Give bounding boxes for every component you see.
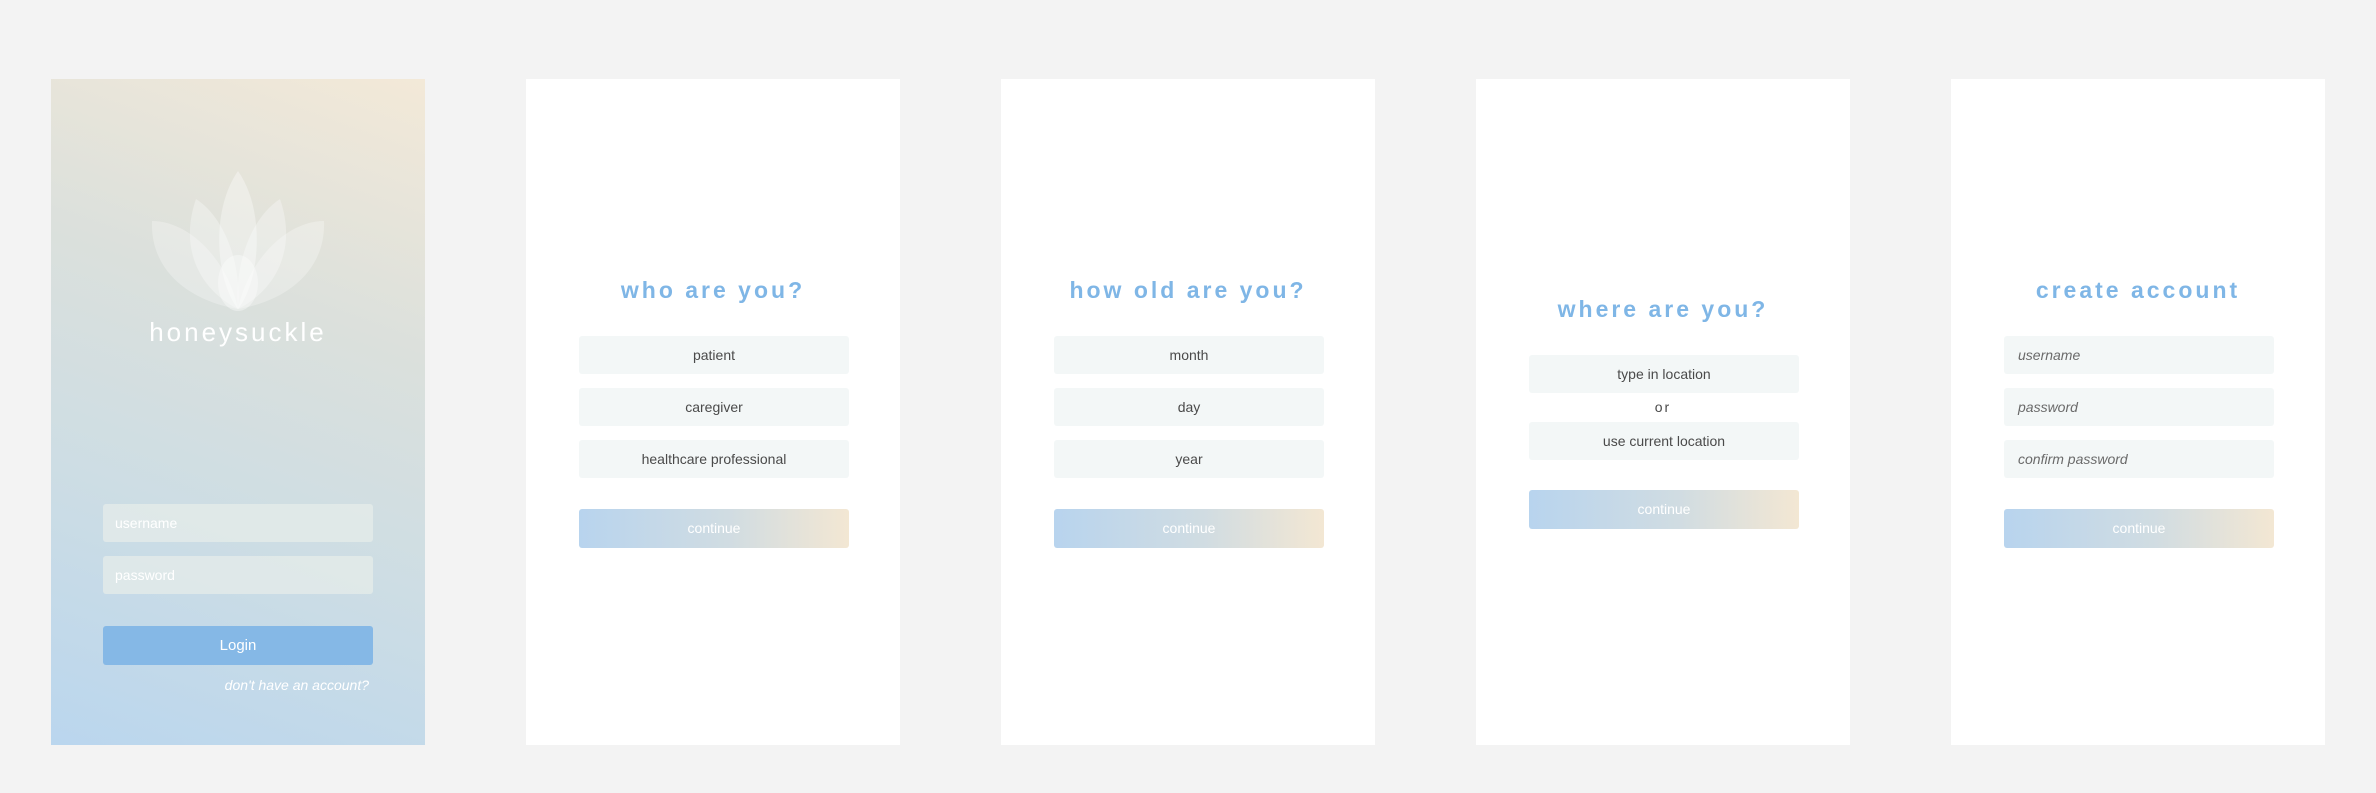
- page-title: where are you?: [1557, 296, 1769, 322]
- year-field[interactable]: year: [1054, 440, 1324, 478]
- create-account-screen: create account username password confirm…: [1951, 79, 2325, 745]
- location-screen: where are you? type in location or use c…: [1476, 79, 1850, 745]
- confirm-password-input[interactable]: confirm password: [2004, 440, 2274, 478]
- login-screen: honeysuckle username password Login don'…: [51, 79, 425, 745]
- login-button[interactable]: Login: [103, 626, 373, 665]
- month-field[interactable]: month: [1054, 336, 1324, 374]
- continue-button[interactable]: continue: [1054, 509, 1324, 548]
- continue-button[interactable]: continue: [579, 509, 849, 548]
- password-input[interactable]: password: [103, 556, 373, 594]
- continue-button[interactable]: continue: [1529, 490, 1799, 529]
- page-title: create account: [2035, 277, 2241, 303]
- day-field[interactable]: day: [1054, 388, 1324, 426]
- password-input[interactable]: password: [2004, 388, 2274, 426]
- username-input[interactable]: username: [103, 504, 373, 542]
- option-caregiver[interactable]: caregiver: [579, 388, 849, 426]
- page-title: how old are you?: [1069, 277, 1307, 303]
- who-are-you-screen: who are you? patient caregiver healthcar…: [526, 79, 900, 745]
- use-current-location-button[interactable]: use current location: [1529, 422, 1799, 460]
- or-divider: or: [1654, 399, 1672, 415]
- location-input[interactable]: type in location: [1529, 355, 1799, 393]
- brand-name: honeysuckle: [149, 317, 327, 347]
- page-title: who are you?: [620, 277, 806, 303]
- signup-link[interactable]: don't have an account?: [225, 677, 369, 693]
- lotus-logo-icon: [151, 171, 325, 311]
- option-patient[interactable]: patient: [579, 336, 849, 374]
- username-input[interactable]: username: [2004, 336, 2274, 374]
- option-healthcare-professional[interactable]: healthcare professional: [579, 440, 849, 478]
- age-screen: how old are you? month day year continue: [1001, 79, 1375, 745]
- continue-button[interactable]: continue: [2004, 509, 2274, 548]
